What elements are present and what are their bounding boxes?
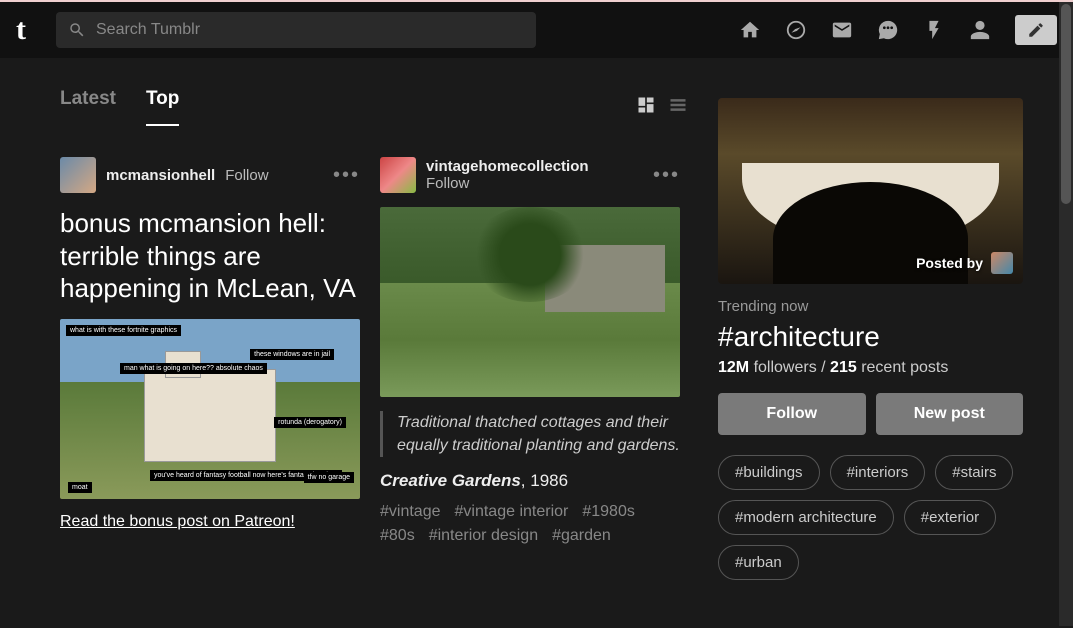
avatar	[991, 252, 1013, 274]
feed-header: Latest Top	[60, 88, 688, 127]
image-annotation: what is with these fortnite graphics	[66, 325, 181, 336]
avatar[interactable]	[60, 157, 96, 193]
related-tags: #buildings #interiors #stairs #modern ar…	[718, 455, 1023, 580]
post-tag[interactable]: #80s	[380, 527, 415, 545]
new-post-button[interactable]: New post	[876, 393, 1024, 435]
related-tag[interactable]: #exterior	[904, 500, 996, 535]
post-tag[interactable]: #garden	[552, 527, 611, 545]
post-quote: Traditional thatched cottages and their …	[380, 411, 680, 457]
messaging-icon[interactable]	[877, 19, 899, 41]
account-icon[interactable]	[969, 19, 991, 41]
trending-sidebar: Posted by Trending now #architecture 12M…	[718, 98, 1023, 628]
post-menu-icon[interactable]: •••	[333, 164, 360, 187]
related-tag[interactable]: #interiors	[830, 455, 926, 490]
avatar[interactable]	[380, 157, 416, 193]
post-tag[interactable]: #vintage	[380, 503, 441, 521]
tab-latest[interactable]: Latest	[60, 88, 116, 126]
list-view-toggle[interactable]	[668, 95, 688, 120]
search-input[interactable]	[96, 21, 524, 39]
post-link[interactable]: Read the bonus post on Patreon!	[60, 513, 295, 530]
follow-link[interactable]: Follow	[225, 167, 268, 184]
search-container[interactable]	[56, 12, 536, 48]
post-username[interactable]: mcmansionhell	[106, 167, 215, 184]
hashtag-title[interactable]: #architecture	[718, 321, 1023, 353]
related-tag[interactable]: #stairs	[935, 455, 1013, 490]
search-icon	[68, 21, 86, 39]
tab-top[interactable]: Top	[146, 88, 179, 126]
post-source: Creative Gardens, 1986	[380, 471, 680, 491]
image-annotation: tfw no garage	[304, 472, 354, 483]
trending-label: Trending now	[718, 298, 1023, 315]
activity-icon[interactable]	[923, 19, 945, 41]
post-card: vintagehomecollection Follow ••• Traditi…	[380, 157, 680, 545]
follow-button[interactable]: Follow	[718, 393, 866, 435]
post-image[interactable]: what is with these fortnite graphics man…	[60, 319, 360, 499]
related-tag[interactable]: #modern architecture	[718, 500, 894, 535]
posted-by-label[interactable]: Posted by	[916, 252, 1013, 274]
top-navigation: t	[0, 2, 1073, 58]
inbox-icon[interactable]	[831, 19, 853, 41]
post-tag[interactable]: #vintage interior	[455, 503, 569, 521]
post-title: bonus mcmansion hell: terrible things ar…	[60, 207, 360, 305]
home-icon[interactable]	[739, 19, 761, 41]
post-image[interactable]	[380, 207, 680, 397]
post-tag[interactable]: #1980s	[582, 503, 635, 521]
image-annotation: moat	[68, 482, 92, 493]
related-tag[interactable]: #urban	[718, 545, 799, 580]
post-card: mcmansionhell Follow ••• bonus mcmansion…	[60, 157, 360, 545]
explore-icon[interactable]	[785, 19, 807, 41]
image-annotation: man what is going on here?? absolute cha…	[120, 363, 267, 374]
post-username[interactable]: vintagehomecollection	[426, 158, 589, 175]
hashtag-stats: 12M followers / 215 recent posts	[718, 359, 1023, 377]
image-annotation: rotunda (derogatory)	[274, 417, 346, 428]
post-menu-icon[interactable]: •••	[653, 164, 680, 187]
related-tag[interactable]: #buildings	[718, 455, 820, 490]
post-tag[interactable]: #interior design	[429, 527, 538, 545]
post-tags: #vintage #vintage interior #1980s #80s #…	[380, 503, 680, 545]
follow-link[interactable]: Follow	[426, 175, 589, 192]
tumblr-logo[interactable]: t	[16, 13, 40, 47]
trending-hero-image[interactable]: Posted by	[718, 98, 1023, 284]
compose-button[interactable]	[1015, 15, 1057, 45]
scrollbar[interactable]	[1059, 2, 1073, 626]
grid-view-toggle[interactable]	[636, 95, 656, 120]
pencil-icon	[1027, 21, 1045, 39]
image-annotation: these windows are in jail	[250, 349, 334, 360]
scrollbar-thumb[interactable]	[1061, 4, 1071, 204]
